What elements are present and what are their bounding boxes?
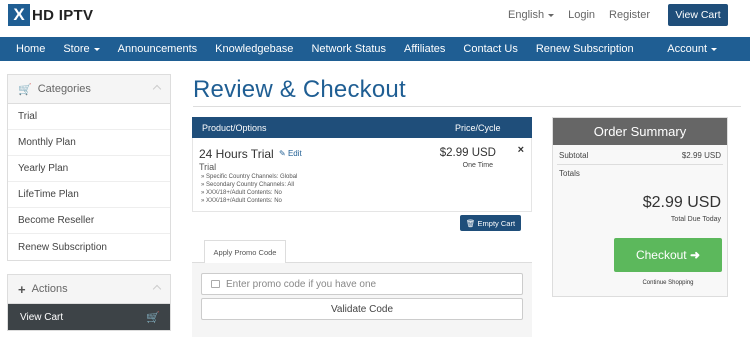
order-summary: Order Summary Subtotal $2.99 USD Totals … (552, 117, 728, 297)
main-nav: Home Store Announcements Knowledgebase N… (0, 37, 750, 61)
trash-icon: 🗑 (465, 218, 476, 228)
sidebar-view-cart[interactable]: View Cart 🛒 (8, 304, 170, 330)
cart-table-header: Product/Options Price/Cycle (192, 117, 532, 138)
cart-table: Product/Options Price/Cycle 24 Hours Tri… (192, 117, 532, 212)
caret-down-icon (548, 13, 555, 17)
actions-panel: + Actions View Cart 🛒 (7, 274, 171, 331)
sidebar-view-cart-label: View Cart (20, 311, 64, 323)
actions-title: Actions (31, 283, 68, 295)
title-divider (193, 106, 741, 107)
view-cart-button[interactable]: View Cart (668, 4, 728, 26)
categories-panel: 🛒 Categories Trial Monthly Plan Yearly P… (7, 74, 171, 261)
tab-apply-promo-code[interactable]: Apply Promo Code (204, 240, 286, 263)
sidebar: 🛒 Categories Trial Monthly Plan Yearly P… (7, 74, 171, 331)
subtotal-value: $2.99 USD (681, 151, 721, 160)
col-price-cycle: Price/Cycle (455, 122, 501, 133)
categories-header[interactable]: 🛒 Categories (8, 75, 170, 104)
plus-icon: + (18, 281, 26, 297)
nav-knowledgebase[interactable]: Knowledgebase (206, 37, 302, 61)
register-link[interactable]: Register (609, 9, 650, 21)
promo-code-input[interactable]: Enter promo code if you have one (201, 273, 523, 295)
chevron-up-icon[interactable] (152, 84, 162, 94)
nav-account[interactable]: Account (658, 37, 726, 61)
actions-header[interactable]: + Actions (8, 275, 170, 304)
totals-label: Totals (559, 169, 580, 178)
empty-cart-label: Empty Cart (477, 218, 516, 228)
nav-network-status[interactable]: Network Status (302, 37, 395, 61)
remove-item-icon[interactable]: × (518, 144, 524, 156)
product-option: » XXX/18+/Adult Contents: No (201, 198, 282, 204)
top-links: English Login Register (508, 0, 650, 30)
site-logo[interactable]: X HD IPTV (8, 4, 93, 26)
category-renew-subscription[interactable]: Renew Subscription (8, 234, 170, 260)
subtotal-label: Subtotal (559, 151, 589, 160)
order-summary-title: Order Summary (553, 118, 727, 145)
logo-mark: X (8, 4, 30, 26)
categories-title: Categories (37, 83, 91, 95)
checkout-label: Checkout (635, 248, 687, 262)
edit-label: Edit (287, 149, 302, 158)
nav-renew-subscription[interactable]: Renew Subscription (527, 37, 643, 61)
product-name: 24 Hours Trial (199, 147, 274, 161)
cart-item-row: 24 Hours Trial ✎ Edit Trial » Specific C… (192, 138, 532, 212)
grand-total: $2.99 USD (642, 194, 721, 211)
product-group: Trial (199, 162, 217, 172)
nav-store[interactable]: Store (54, 37, 108, 61)
item-price: $2.99 USD (439, 147, 496, 159)
caret-down-icon (711, 47, 717, 51)
pencil-icon: ✎ (279, 149, 286, 158)
category-yearly-plan[interactable]: Yearly Plan (8, 156, 170, 182)
language-label: English (508, 9, 545, 21)
edit-link[interactable]: ✎ Edit (279, 149, 302, 158)
promo-placeholder: Enter promo code if you have one (226, 278, 377, 290)
chevron-up-icon[interactable] (152, 284, 162, 294)
page-title: Review & Checkout (193, 76, 406, 103)
cart-icon: 🛒 (18, 83, 32, 96)
product-option: » XXX/18+/Adult Contents: No (201, 190, 282, 196)
empty-cart-button[interactable]: 🗑 Empty Cart (460, 215, 521, 231)
language-dropdown[interactable]: English (508, 9, 555, 21)
nav-announcements[interactable]: Announcements (109, 37, 207, 61)
top-header: X HD IPTV English Login Register View Ca… (0, 0, 750, 37)
product-option: » Secondary Country Channels: All (201, 182, 295, 188)
subtotal-row: Subtotal $2.99 USD (559, 151, 721, 160)
continue-shopping-link[interactable]: Continue Shopping (614, 280, 722, 286)
cart-icon: 🛒 (146, 312, 160, 324)
validate-code-button[interactable]: Validate Code (201, 298, 523, 320)
nav-account-label: Account (667, 43, 707, 55)
logo-text: HD IPTV (32, 6, 94, 24)
login-link[interactable]: Login (568, 9, 595, 21)
category-monthly-plan[interactable]: Monthly Plan (8, 130, 170, 156)
nav-contact-us[interactable]: Contact Us (454, 37, 526, 61)
totals-row: Totals (559, 169, 721, 178)
caret-down-icon (93, 47, 100, 51)
nav-affiliates[interactable]: Affiliates (395, 37, 454, 61)
total-due-label: Total Due Today (670, 216, 721, 223)
category-lifetime-plan[interactable]: LifeTime Plan (8, 182, 170, 208)
arrow-right-icon: ➜ (689, 248, 701, 262)
category-trial[interactable]: Trial (8, 104, 170, 130)
item-cycle: One Time (462, 162, 493, 169)
col-product-options: Product/Options (202, 122, 267, 133)
summary-divider (557, 164, 723, 165)
category-become-reseller[interactable]: Become Reseller (8, 208, 170, 234)
nav-store-label: Store (63, 43, 90, 55)
checkout-button[interactable]: Checkout ➜ (614, 238, 722, 272)
product-option: » Specific Country Channels: Global (201, 174, 298, 180)
nav-home[interactable]: Home (0, 37, 54, 61)
ticket-icon (211, 280, 220, 288)
